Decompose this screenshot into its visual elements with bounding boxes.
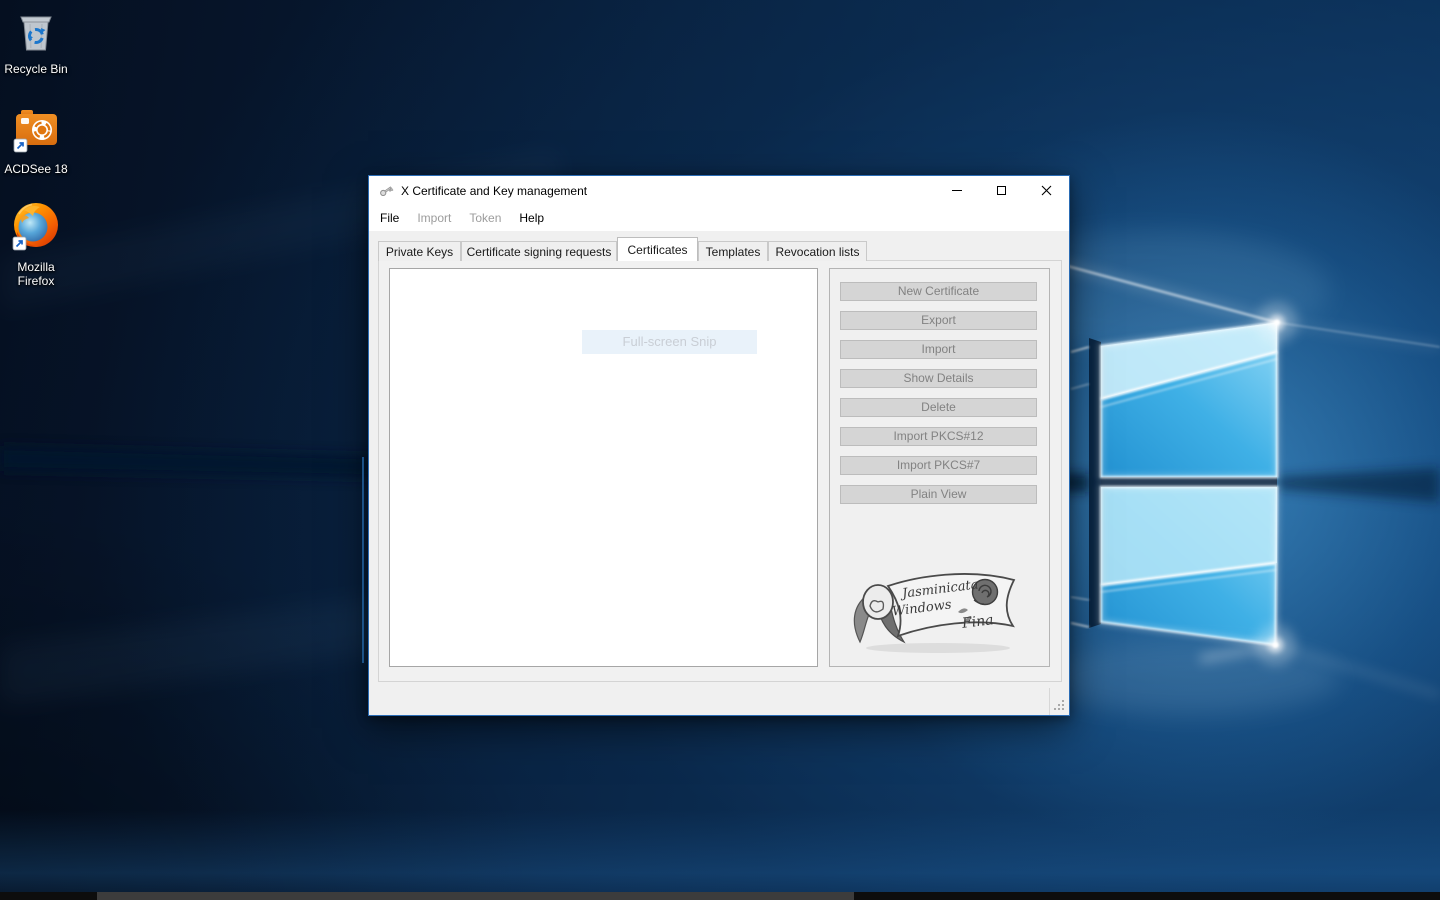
- window-title: X Certificate and Key management: [401, 184, 587, 198]
- tab-certificates[interactable]: Certificates: [617, 237, 698, 261]
- minimize-button[interactable]: [934, 176, 979, 205]
- tab-certificate-signing-requests[interactable]: Certificate signing requests: [461, 241, 617, 261]
- key-icon: [378, 183, 394, 199]
- menu-item-file[interactable]: File: [371, 207, 408, 229]
- show-details-button[interactable]: Show Details: [840, 369, 1037, 388]
- snip-border-line: [362, 457, 364, 663]
- delete-button[interactable]: Delete: [840, 398, 1037, 417]
- titlebar[interactable]: X Certificate and Key management: [369, 176, 1069, 205]
- import-pkcs7-button[interactable]: Import PKCS#7: [840, 456, 1037, 475]
- close-icon: [1041, 185, 1052, 196]
- export-button[interactable]: Export: [840, 311, 1037, 330]
- menu-item-help[interactable]: Help: [510, 207, 553, 229]
- close-button[interactable]: [1024, 176, 1069, 205]
- action-panel: New Certificate Export Import Show Detai…: [829, 268, 1050, 667]
- xca-logo: Jasminicata Windows Fina: [846, 560, 1023, 656]
- import-button[interactable]: Import: [840, 340, 1037, 359]
- certificate-list[interactable]: Full-screen Snip: [389, 268, 818, 667]
- tab-private-keys[interactable]: Private Keys: [378, 241, 461, 261]
- plain-view-button[interactable]: Plain View: [840, 485, 1037, 504]
- maximize-icon: [997, 186, 1006, 195]
- tab-revocation-lists[interactable]: Revocation lists: [768, 241, 867, 261]
- app-window: X Certificate and Key management File Im…: [368, 175, 1070, 716]
- new-certificate-button[interactable]: New Certificate: [840, 282, 1037, 301]
- menu-item-import[interactable]: Import: [408, 207, 460, 229]
- icon-label: Mozilla Firefox: [4, 260, 68, 289]
- recycle-bin-icon: [12, 6, 60, 59]
- resize-grip[interactable]: [1053, 699, 1066, 712]
- desktop-icon-recycle-bin[interactable]: Recycle Bin: [2, 6, 70, 76]
- menubar: File Import Token Help: [369, 205, 1069, 231]
- import-pkcs12-button[interactable]: Import PKCS#12: [840, 427, 1037, 446]
- statusbar-divider: [1049, 688, 1050, 715]
- desktop-icon-acdsee[interactable]: ACDSee 18: [2, 106, 70, 176]
- tab-pane: Full-screen Snip New Certificate Export …: [378, 260, 1062, 682]
- status-bar: [369, 682, 1069, 715]
- tab-bar: Private Keys Certificate signing request…: [378, 237, 867, 261]
- taskbar[interactable]: [0, 892, 1440, 900]
- maximize-button[interactable]: [979, 176, 1024, 205]
- firefox-icon: [12, 202, 60, 257]
- taskbar-segment: [97, 892, 854, 900]
- acdsee-icon: [13, 106, 59, 159]
- icon-label: ACDSee 18: [4, 162, 67, 176]
- icon-label: Recycle Bin: [4, 62, 67, 76]
- minimize-icon: [952, 190, 962, 191]
- desktop-icon-firefox[interactable]: Mozilla Firefox: [2, 202, 70, 289]
- menu-item-token[interactable]: Token: [460, 207, 510, 229]
- snip-overlay: Full-screen Snip: [582, 330, 757, 354]
- tab-templates[interactable]: Templates: [698, 241, 768, 261]
